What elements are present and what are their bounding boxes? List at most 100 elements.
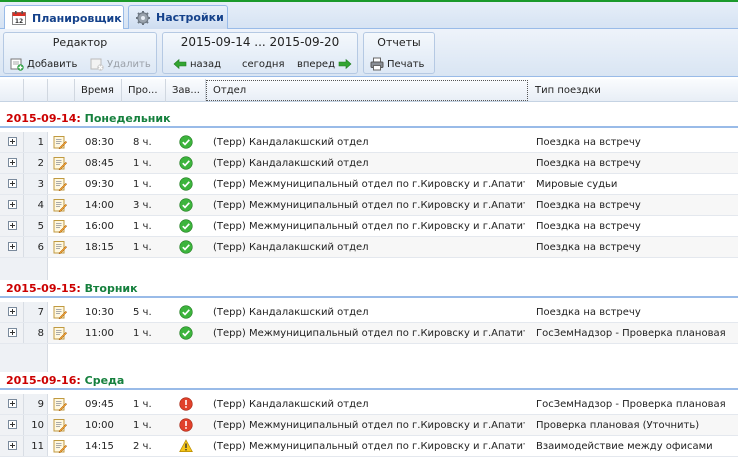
day-group-weekday: Вторник — [84, 282, 138, 295]
trip-type-cell: Мировые судьи — [536, 179, 618, 190]
expand-icon[interactable] — [8, 200, 17, 209]
delete-icon — [90, 57, 104, 71]
check-circle-icon — [179, 198, 193, 212]
edit-icon[interactable] — [53, 177, 68, 192]
add-icon — [10, 57, 24, 71]
header-department[interactable]: Отдел — [206, 80, 528, 101]
delete-button[interactable]: Удалить — [90, 56, 151, 72]
edit-icon[interactable] — [53, 135, 68, 150]
grid-body: 2015-09-14: Понедельник 1 08:30 8 ч. (Терр) … — [0, 102, 738, 474]
gear-icon — [135, 10, 151, 26]
today-button[interactable]: сегодня — [242, 56, 285, 72]
day-group-label: 2015-09-16: Среда — [6, 374, 124, 387]
time-cell: 08:30 — [85, 137, 114, 148]
duration-cell: 2 ч. — [133, 441, 152, 452]
error-circle-icon — [179, 397, 193, 411]
department-cell: (Терр) Кандалакшский отдел — [213, 307, 369, 318]
table-row[interactable]: 2 08:45 1 ч. (Терр) Кандалакшский отдел Поез… — [0, 153, 738, 174]
trip-type-cell: Проверка плановая (Уточнить) — [536, 420, 700, 431]
expand-icon[interactable] — [8, 399, 17, 408]
expand-icon[interactable] — [8, 441, 17, 450]
arrow-right-icon — [338, 57, 352, 71]
date-range-group: 2015-09-14 ... 2015-09-20 назад сегодня … — [162, 32, 358, 74]
trip-type-cell: Поездка на встречу — [536, 137, 641, 148]
toolbar: Редактор Добавить Удалить 2015-09-14 ...… — [0, 29, 738, 77]
row-number: 10 — [31, 420, 44, 431]
reports-group: Отчеты Печать — [363, 32, 435, 74]
edit-icon[interactable] — [53, 439, 68, 454]
day-group-header: 2015-09-14: Понедельник — [0, 102, 738, 128]
trip-type-cell: Поездка на встречу — [536, 307, 641, 318]
expand-icon[interactable] — [8, 307, 17, 316]
edit-icon[interactable] — [53, 240, 68, 255]
expand-icon[interactable] — [8, 137, 17, 146]
department-cell: (Терр) Кандалакшский отдел — [213, 158, 369, 169]
expand-icon[interactable] — [8, 328, 17, 337]
header-expander — [0, 79, 24, 102]
day-group-header: 2015-09-15: Вторник — [0, 272, 738, 298]
table-row[interactable]: 1 08:30 8 ч. (Терр) Кандалакшский отдел Поез… — [0, 132, 738, 153]
tab-scheduler[interactable]: 12 Планировщик — [4, 5, 124, 30]
table-row[interactable]: 9 09:45 1 ч. (Терр) Кандалакшский отдел ГосЗ… — [0, 394, 738, 415]
printer-icon — [370, 57, 384, 71]
trip-type-cell: Поездка на встречу — [536, 158, 641, 169]
add-button[interactable]: Добавить — [10, 56, 77, 72]
row-number: 11 — [31, 441, 44, 452]
header-trip-type[interactable]: Тип поездки — [529, 79, 738, 102]
expand-icon[interactable] — [8, 420, 17, 429]
error-circle-icon — [179, 418, 193, 432]
tab-settings-label: Настройки — [156, 11, 224, 24]
edit-icon[interactable] — [53, 305, 68, 320]
table-row[interactable]: 3 09:30 1 ч. (Терр) Межмуниципальный отдел … — [0, 174, 738, 195]
time-cell: 10:00 — [85, 420, 114, 431]
time-cell: 09:30 — [85, 179, 114, 190]
delete-button-label: Удалить — [107, 58, 151, 70]
row-number: 9 — [37, 399, 44, 410]
day-group-header: 2015-09-16: Среда — [0, 364, 738, 390]
expand-icon[interactable] — [8, 242, 17, 251]
day-group-label: 2015-09-14: Понедельник — [6, 112, 171, 125]
table-row[interactable]: 5 16:00 1 ч. (Терр) Межмуниципальный отдел … — [0, 216, 738, 237]
warning-triangle-icon — [179, 439, 193, 453]
time-cell: 14:15 — [85, 441, 114, 452]
time-cell: 18:15 — [85, 242, 114, 253]
row-number: 3 — [37, 179, 44, 190]
department-cell: (Терр) Межмуниципальный отдел по г.Киров… — [213, 420, 525, 431]
day-group-date: 2015-09-14 — [6, 112, 77, 125]
edit-icon[interactable] — [53, 198, 68, 213]
print-button[interactable]: Печать — [370, 56, 424, 72]
day-group-label: 2015-09-15: Вторник — [6, 282, 138, 295]
edit-icon[interactable] — [53, 156, 68, 171]
add-button-label: Добавить — [27, 58, 78, 70]
department-cell: (Терр) Кандалакшский отдел — [213, 137, 369, 148]
table-row[interactable]: 10 10:00 1 ч. (Терр) Межмуниципальный отдел… — [0, 415, 738, 436]
edit-icon[interactable] — [53, 326, 68, 341]
header-duration[interactable]: Про... — [122, 79, 166, 102]
back-button[interactable]: назад — [173, 56, 221, 72]
expand-icon[interactable] — [8, 221, 17, 230]
row-number: 7 — [37, 307, 44, 318]
calendar-icon: 12 — [11, 10, 27, 26]
table-row[interactable]: 11 14:15 2 ч. (Терр) Межмуниципальный отдел… — [0, 436, 738, 457]
forward-button[interactable]: вперед — [297, 56, 352, 72]
check-circle-icon — [179, 156, 193, 170]
table-row[interactable]: 7 10:30 5 ч. (Терр) Кандалакшский отдел Поез… — [0, 302, 738, 323]
expand-icon[interactable] — [8, 179, 17, 188]
edit-icon[interactable] — [53, 219, 68, 234]
table-row[interactable]: 4 14:00 3 ч. (Терр) Межмуниципальный отдел … — [0, 195, 738, 216]
edit-icon[interactable] — [53, 418, 68, 433]
header-done[interactable]: Зав... — [166, 79, 206, 102]
day-group-date: 2015-09-15 — [6, 282, 77, 295]
check-circle-icon — [179, 135, 193, 149]
tab-settings[interactable]: Настройки — [128, 5, 228, 29]
day-group-weekday: Понедельник — [84, 112, 171, 125]
time-cell: 14:00 — [85, 200, 114, 211]
table-row[interactable]: 6 18:15 1 ч. (Терр) Кандалакшский отдел Поез… — [0, 237, 738, 258]
table-row[interactable]: 8 11:00 1 ч. (Терр) Межмуниципальный отдел … — [0, 323, 738, 344]
department-cell: (Терр) Межмуниципальный отдел по г.Киров… — [213, 441, 525, 452]
header-time[interactable]: Время — [75, 79, 122, 102]
tab-strip: 12 Планировщик Настройки — [0, 2, 738, 30]
day-group-weekday: Среда — [84, 374, 125, 387]
edit-icon[interactable] — [53, 397, 68, 412]
expand-icon[interactable] — [8, 158, 17, 167]
